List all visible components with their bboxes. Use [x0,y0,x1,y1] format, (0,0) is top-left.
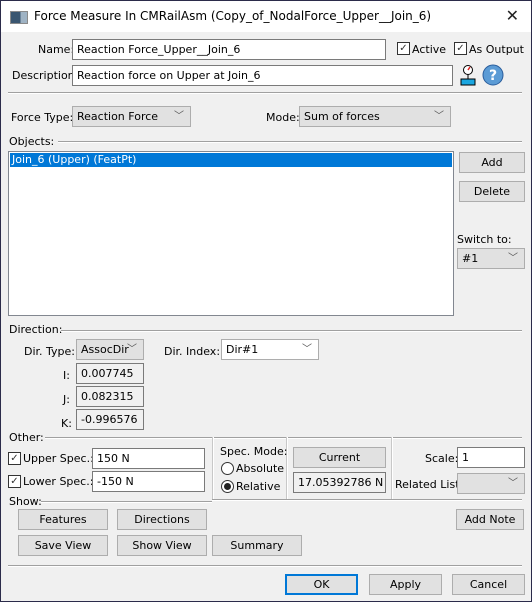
mode-value: Sum of forces [304,110,380,123]
name-input[interactable]: Reaction Force_Upper__Join_6 [72,39,386,60]
relative-label: Relative [236,480,281,493]
cancel-button[interactable]: Cancel [452,574,525,595]
dir-index-value: Dir#1 [226,343,259,356]
upper-spec-input[interactable]: 150 N [92,448,205,469]
current-value-field: 17.05392786 N [293,472,386,493]
scale-label: Scale: [425,452,459,465]
chevron-down-icon: ﹀ [174,111,184,122]
divider [212,437,522,439]
divider [8,92,522,94]
dir-index-label: Dir. Index: [164,345,221,358]
window-title: Force Measure In CMRailAsm (Copy_of_Noda… [34,9,432,23]
dir-type-select[interactable]: AssocDir ﹀ [76,339,144,360]
active-checkbox[interactable]: ✓ [397,42,410,55]
as-output-label: As Output [469,43,524,56]
divider [45,437,212,439]
lower-spec-label: Lower Spec.: [23,475,94,488]
save-view-button[interactable]: Save View [18,535,108,556]
force-type-select[interactable]: Reaction Force ﹀ [72,106,191,127]
absolute-label: Absolute [236,462,285,475]
dir-type-value: AssocDir [81,343,129,356]
chevron-down-icon: ﹀ [508,253,518,264]
chevron-down-icon: ﹀ [127,344,137,355]
force-measure-dialog: Force Measure In CMRailAsm (Copy_of_Noda… [0,0,532,602]
description-input[interactable]: Reaction force on Upper at Join_6 [72,65,453,86]
lower-spec-input[interactable]: -150 N [92,471,205,492]
k-label: K: [61,417,72,430]
k-field[interactable]: -0.996576 [76,409,144,430]
switch-to-label: Switch to: [457,233,512,246]
divider [212,499,522,501]
upper-spec-label: Upper Spec.: [23,452,94,465]
i-label: I: [63,369,70,382]
chevron-down-icon: ﹀ [508,478,518,489]
directions-button[interactable]: Directions [117,509,207,530]
add-button[interactable]: Add [459,152,525,173]
name-label: Name: [38,43,75,56]
add-note-button[interactable]: Add Note [456,509,524,530]
absolute-radio[interactable] [221,462,234,475]
close-icon[interactable]: ✕ [506,6,519,25]
force-type-label: Force Type: [11,111,74,124]
apply-button[interactable]: Apply [369,574,442,595]
as-output-checkbox[interactable]: ✓ [454,42,467,55]
svg-text:?: ? [489,68,497,84]
divider [41,501,212,503]
delete-button[interactable]: Delete [459,181,525,202]
objects-list[interactable]: Join_6 (Upper) (FeatPt) [8,151,454,316]
current-button[interactable]: Current [293,447,386,468]
j-label: J: [63,393,70,406]
mode-select[interactable]: Sum of forces ﹀ [299,106,451,127]
measure-gauge-icon[interactable] [458,64,480,86]
switch-to-select[interactable]: #1 ﹀ [457,248,525,269]
chevron-down-icon: ﹀ [302,344,312,355]
i-field[interactable]: 0.007745 [76,363,144,384]
active-label: Active [412,43,447,56]
switch-to-value: #1 [462,252,479,265]
scale-input[interactable]: 1 [457,447,525,468]
divider [391,437,393,499]
mode-label: Mode: [266,111,300,124]
features-button[interactable]: Features [18,509,108,530]
divider [58,141,522,143]
help-icon[interactable]: ? [482,64,504,86]
divider [212,437,214,499]
spec-mode-label: Spec. Mode: [220,445,288,458]
j-field[interactable]: 0.082315 [76,386,144,407]
lower-spec-checkbox[interactable]: ✓ [8,475,21,488]
ok-button[interactable]: OK [285,574,358,595]
chevron-down-icon: ﹀ [434,111,444,122]
dir-index-select[interactable]: Dir#1 ﹀ [221,339,319,360]
list-item[interactable]: Join_6 (Upper) (FeatPt) [10,153,452,167]
objects-section-label: Objects: [9,135,55,148]
force-type-value: Reaction Force [77,110,159,123]
upper-spec-checkbox[interactable]: ✓ [8,452,21,465]
related-list-select[interactable]: ﹀ [457,473,525,494]
related-list-label: Related List: [395,478,464,491]
relative-radio[interactable] [221,480,234,493]
dir-type-label: Dir. Type: [24,345,76,358]
summary-button[interactable]: Summary [212,535,302,556]
divider [8,565,522,567]
divider [61,330,522,332]
show-section-label: Show: [9,495,42,508]
app-icon [10,11,28,24]
description-label: Description: [12,69,79,82]
show-view-button[interactable]: Show View [117,535,207,556]
other-section-label: Other: [9,431,44,444]
title-bar: Force Measure In CMRailAsm (Copy_of_Noda… [1,1,531,32]
direction-section-label: Direction: [9,323,63,336]
